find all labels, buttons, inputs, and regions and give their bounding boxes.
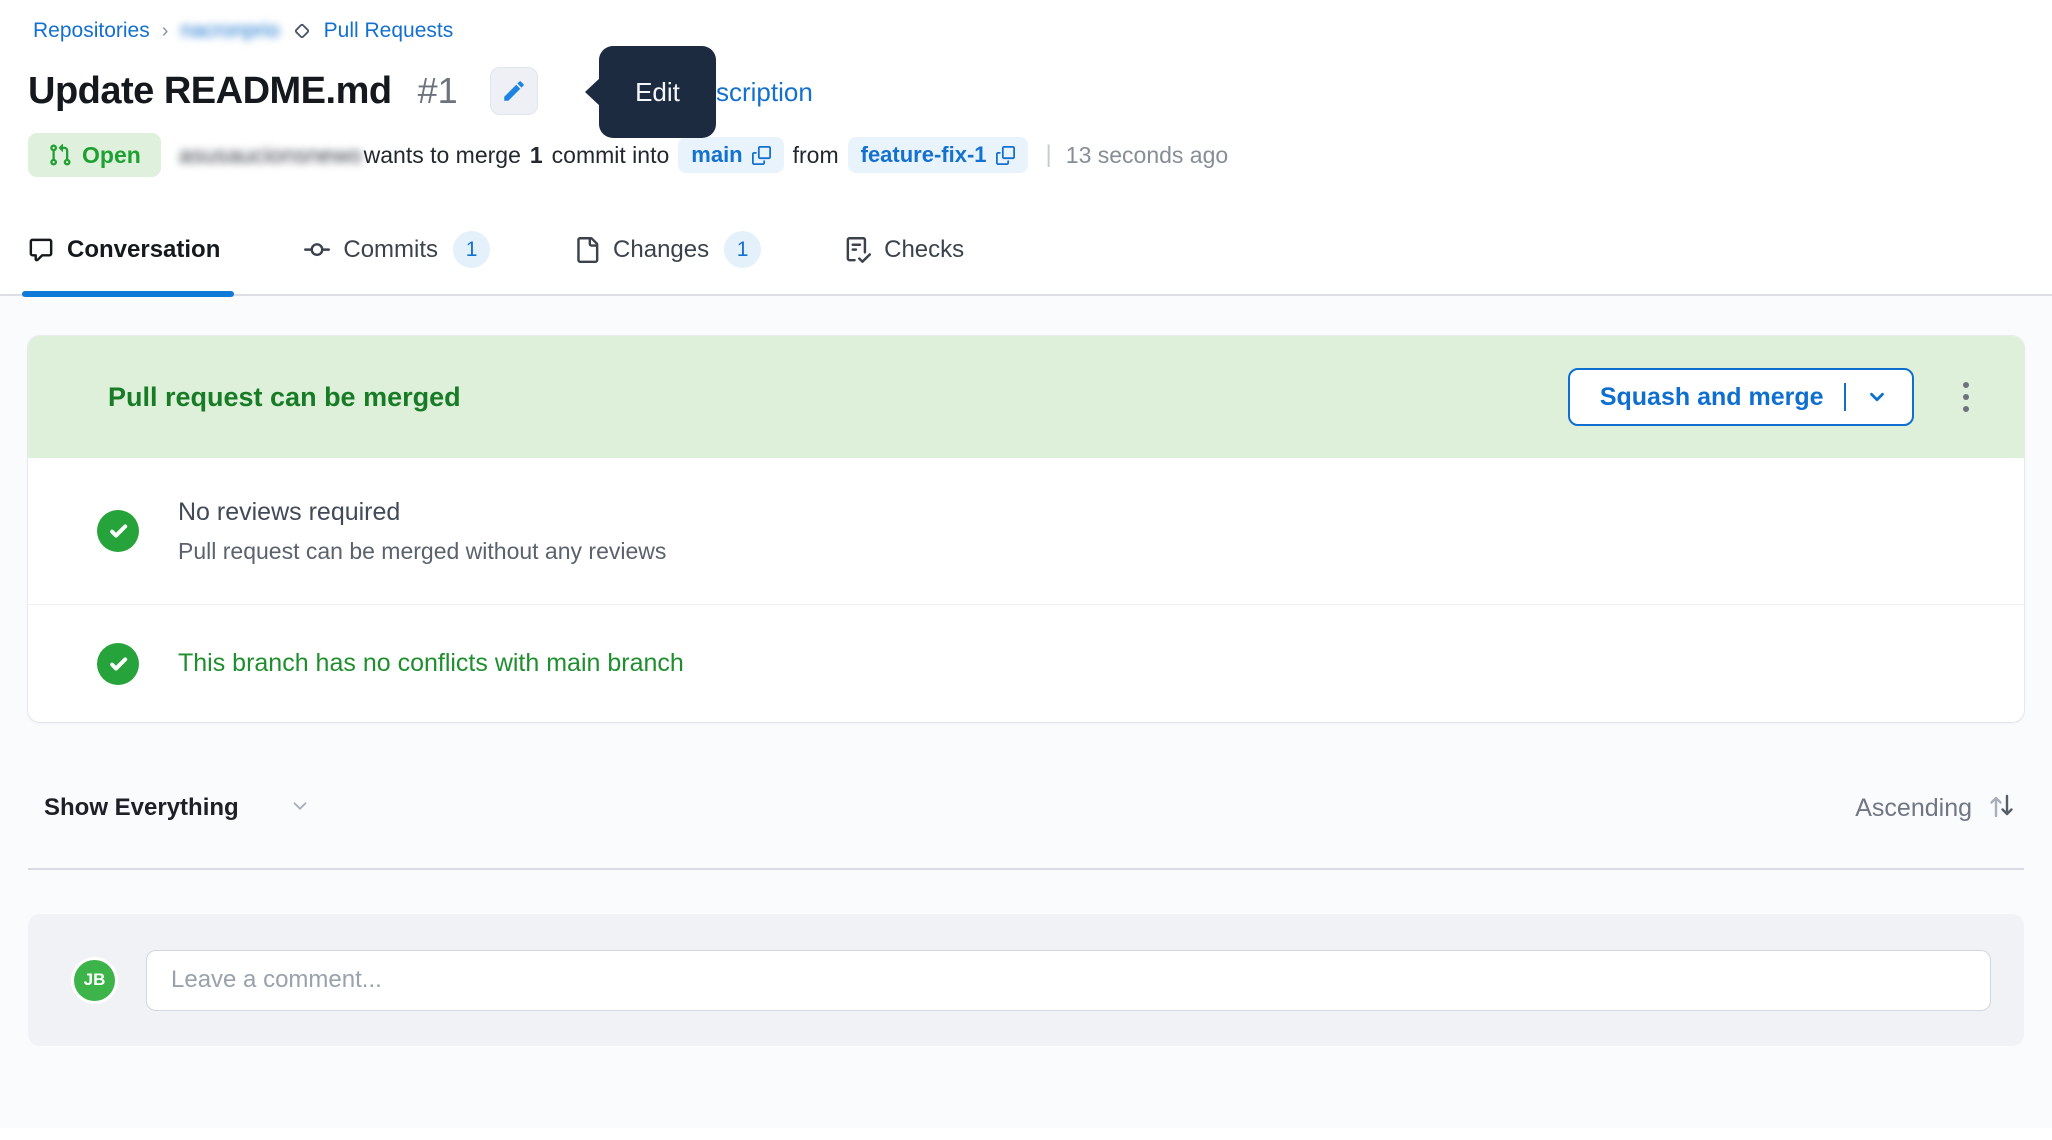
- check-title-no-conflicts: This branch has no conflicts with main b…: [178, 649, 684, 678]
- merge-button-divider: [1844, 383, 1847, 411]
- edit-title-button[interactable]: [490, 67, 538, 115]
- tab-conversation-label: Conversation: [67, 236, 220, 264]
- git-pull-request-icon: [48, 143, 72, 167]
- timeline-filter-dropdown[interactable]: Show Everything: [44, 794, 311, 822]
- tab-commits-count: 1: [453, 231, 490, 268]
- tab-commits[interactable]: Commits 1: [304, 225, 490, 294]
- pr-status-row: Open asusaucionsnewo wants to merge 1 co…: [28, 133, 2024, 177]
- commit-count: 1: [530, 142, 543, 169]
- merge-status-card: Pull request can be merged Squash and me…: [28, 336, 2024, 722]
- timeline-controls: Show Everything Ascending: [28, 786, 2024, 830]
- tab-conversation[interactable]: Conversation: [28, 225, 220, 294]
- checklist-icon: [845, 237, 871, 263]
- breadcrumb-repo-name-redacted[interactable]: nacronprio: [180, 19, 279, 43]
- check-row-conflicts: This branch has no conflicts with main b…: [28, 604, 2024, 722]
- from-label: from: [793, 142, 839, 169]
- breadcrumb-separator: ›: [162, 20, 169, 43]
- title-row: Update README.md #1 Edit scription: [28, 66, 2024, 116]
- check-subtitle-no-reviews: Pull request can be merged without any r…: [178, 538, 666, 565]
- squash-and-merge-label: Squash and merge: [1600, 383, 1824, 412]
- new-comment-box: JB: [28, 914, 2024, 1046]
- copy-icon[interactable]: [752, 146, 771, 165]
- pr-title: Update README.md: [28, 70, 392, 113]
- edit-tooltip: Edit: [599, 46, 716, 138]
- base-branch-label: main: [691, 142, 742, 168]
- description-link-fragment[interactable]: scription: [716, 77, 813, 108]
- copy-icon[interactable]: [996, 146, 1015, 165]
- tab-checks-label: Checks: [884, 236, 964, 264]
- breadcrumb-repositories-link[interactable]: Repositories: [33, 19, 150, 43]
- subtitle-divider: |: [1046, 141, 1052, 169]
- tab-changes-label: Changes: [613, 236, 709, 264]
- pr-content: Pull request can be merged Squash and me…: [0, 296, 2052, 1128]
- chevron-down-icon[interactable]: [1866, 386, 1888, 408]
- merge-banner-title: Pull request can be merged: [108, 382, 1568, 413]
- head-branch-badge[interactable]: feature-fix-1: [848, 137, 1028, 173]
- status-badge-label: Open: [82, 142, 141, 169]
- timeline-sort-label: Ascending: [1855, 794, 1972, 823]
- merge-text-middle: commit into: [552, 142, 670, 169]
- breadcrumb-pull-requests-link[interactable]: Pull Requests: [324, 19, 454, 43]
- merge-options-kebab-button[interactable]: [1944, 368, 1988, 426]
- status-badge: Open: [28, 133, 161, 177]
- base-branch-badge[interactable]: main: [678, 137, 783, 173]
- created-time-ago: 13 seconds ago: [1066, 142, 1228, 169]
- check-circle-icon: [97, 643, 139, 685]
- avatar: JB: [74, 960, 115, 1001]
- check-circle-icon: [97, 510, 139, 552]
- tab-changes-count: 1: [724, 231, 761, 268]
- head-branch-label: feature-fix-1: [861, 142, 987, 168]
- diamond-icon: [292, 21, 312, 41]
- pr-tabbar: Conversation Commits 1 Changes 1 Checks: [0, 225, 2052, 296]
- pr-header: Repositories › nacronprio Pull Requests …: [0, 0, 2052, 177]
- breadcrumb: Repositories › nacronprio Pull Requests: [28, 16, 2024, 46]
- file-diff-icon: [574, 237, 600, 263]
- timeline-sort-toggle[interactable]: Ascending: [1855, 791, 2016, 826]
- timeline-filter-label: Show Everything: [44, 794, 239, 822]
- git-commit-icon: [304, 237, 330, 263]
- tab-changes[interactable]: Changes 1: [574, 225, 761, 294]
- check-row-reviews: No reviews required Pull request can be …: [28, 458, 2024, 604]
- tab-commits-label: Commits: [343, 236, 438, 264]
- merge-banner: Pull request can be merged Squash and me…: [28, 336, 2024, 458]
- chevron-down-icon: [289, 795, 311, 822]
- sort-arrows-icon: [1986, 791, 2016, 826]
- author-name-redacted: asusaucionsnewo: [179, 142, 362, 169]
- merge-text-before: wants to merge: [364, 142, 521, 169]
- comment-icon: [28, 237, 54, 263]
- pencil-icon: [501, 78, 527, 104]
- check-title-no-reviews: No reviews required: [178, 498, 666, 527]
- comment-input[interactable]: [146, 950, 1991, 1011]
- pr-number: #1: [418, 70, 458, 112]
- merge-sentence: wants to merge 1 commit into main from f…: [364, 137, 1028, 173]
- timeline-divider: [28, 868, 2024, 870]
- tab-checks[interactable]: Checks: [845, 225, 964, 294]
- squash-and-merge-button[interactable]: Squash and merge: [1568, 368, 1914, 426]
